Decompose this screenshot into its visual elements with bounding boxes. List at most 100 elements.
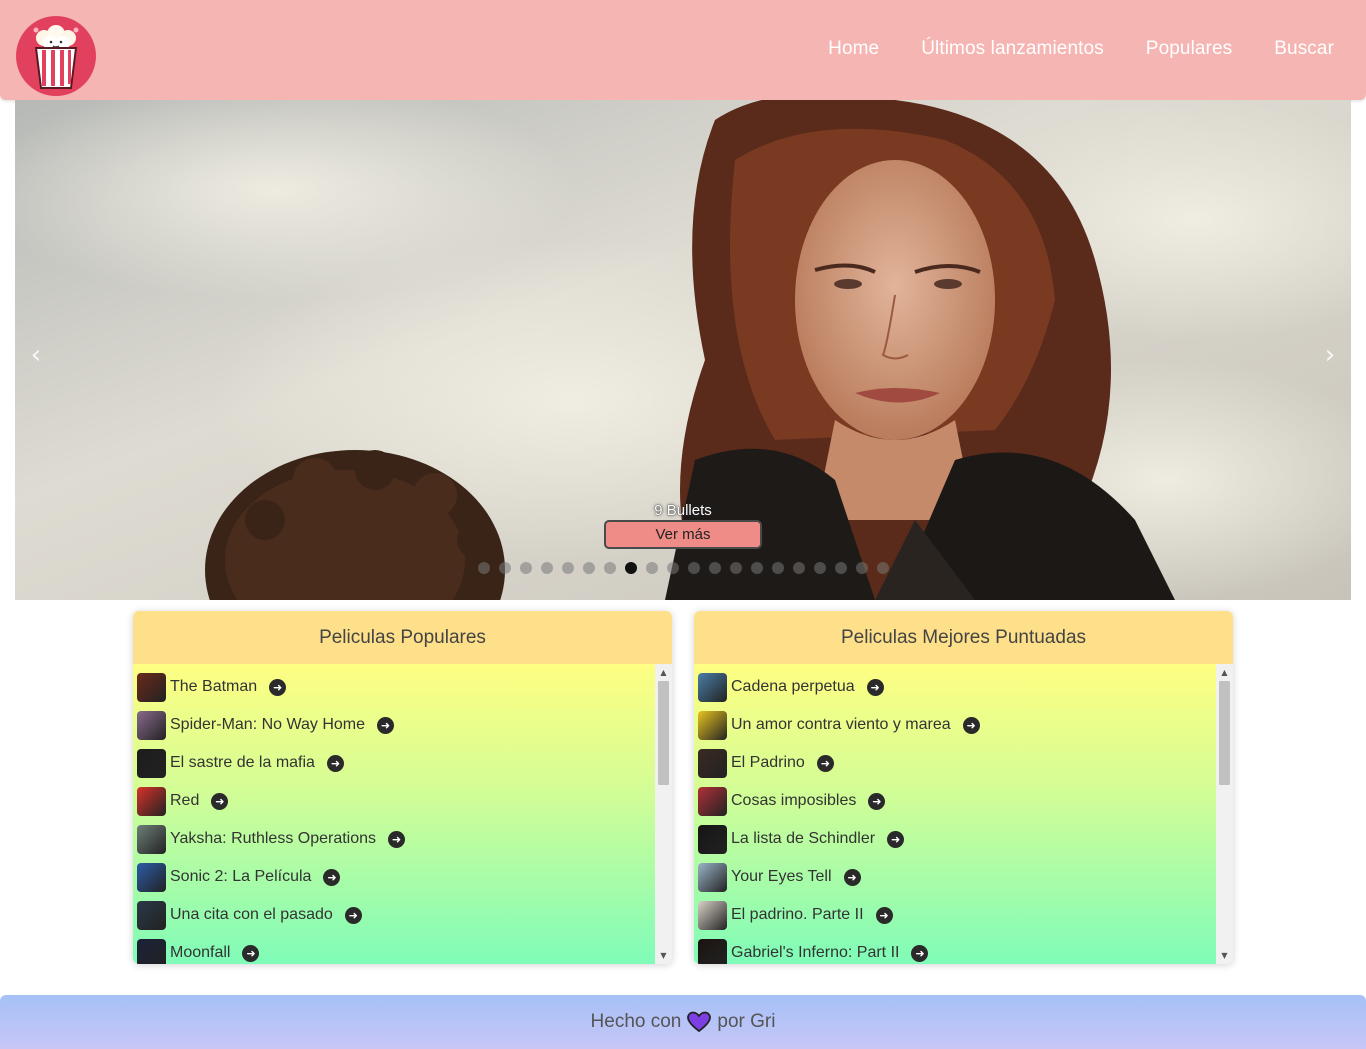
movie-poster-thumbnail	[698, 672, 727, 702]
arrow-right-circle-icon[interactable]: ➜	[875, 906, 893, 924]
popular-movies-list: The Batman ➜ Spider-Man: No Way Home ➜ El sa…	[137, 668, 647, 964]
arrow-right-circle-icon[interactable]: ➜	[866, 678, 884, 696]
carousel-bullet[interactable]	[792, 562, 805, 574]
arrow-right-circle-icon[interactable]: ➜	[211, 792, 229, 810]
movie-list-item[interactable]: The Batman ➜	[137, 668, 647, 706]
movie-list-item[interactable]: Moonfall ➜	[137, 934, 647, 964]
scroll-up-arrow-icon[interactable]: ▲	[655, 664, 672, 681]
movie-list-item[interactable]: Spider-Man: No Way Home ➜	[137, 706, 647, 744]
carousel-bullet[interactable]	[729, 562, 742, 574]
footer: Hecho con por Gri	[0, 995, 1366, 1049]
arrow-right-circle-icon[interactable]: ➜	[962, 716, 980, 734]
movie-poster-thumbnail	[698, 862, 727, 892]
carousel-bullet[interactable]	[813, 562, 826, 574]
movie-list-item[interactable]: Cosas imposibles ➜	[698, 782, 1208, 820]
carousel-bullet[interactable]	[498, 562, 511, 574]
movie-title: Red	[170, 792, 200, 809]
scroll-thumb[interactable]	[1219, 681, 1230, 785]
movie-poster-thumbnail	[137, 862, 166, 892]
movie-title: El sastre de la mafia	[170, 754, 315, 771]
carousel-prev-button[interactable]: ‹	[21, 340, 51, 370]
carousel-bullet[interactable]	[624, 562, 637, 574]
hero-carousel[interactable]: ‹ › 9 Bullets Ver más	[15, 100, 1351, 600]
carousel-bullet[interactable]	[876, 562, 889, 574]
popular-scrollbar[interactable]: ▲ ▼	[655, 664, 672, 964]
movie-list-item[interactable]: Gabriel's Inferno: Part II ➜	[698, 934, 1208, 964]
movie-list-item[interactable]: Una cita con el pasado ➜	[137, 896, 647, 934]
movie-poster-thumbnail	[698, 900, 727, 930]
movie-list-item[interactable]: El sastre de la mafia ➜	[137, 744, 647, 782]
movie-poster-thumbnail	[698, 748, 727, 778]
carousel-bullet[interactable]	[603, 562, 616, 574]
movie-title: Cosas imposibles	[731, 792, 857, 809]
ver-mas-button[interactable]: Ver más	[604, 520, 762, 549]
movie-list-item[interactable]: El Padrino ➜	[698, 744, 1208, 782]
nav-latest-link[interactable]: Últimos lanzamientos	[921, 38, 1104, 60]
movie-list-item[interactable]: Un amor contra viento y marea ➜	[698, 706, 1208, 744]
scroll-down-arrow-icon[interactable]: ▼	[655, 947, 672, 964]
arrow-right-circle-icon[interactable]: ➜	[323, 868, 341, 886]
nav-home-link[interactable]: Home	[828, 38, 879, 60]
carousel-bullet[interactable]	[708, 562, 721, 574]
carousel-bullet[interactable]	[477, 562, 490, 574]
popcorn-icon	[33, 25, 79, 89]
movie-list-item[interactable]: Cadena perpetua ➜	[698, 668, 1208, 706]
movie-list-item[interactable]: Red ➜	[137, 782, 647, 820]
movie-poster-thumbnail	[698, 824, 727, 854]
carousel-bullet[interactable]	[834, 562, 847, 574]
movie-poster-thumbnail	[698, 938, 727, 964]
carousel-bullet[interactable]	[645, 562, 658, 574]
movie-list-item[interactable]: La lista de Schindler ➜	[698, 820, 1208, 858]
carousel-bullet[interactable]	[582, 562, 595, 574]
scroll-down-arrow-icon[interactable]: ▼	[1216, 947, 1233, 964]
carousel-bullet[interactable]	[561, 562, 574, 574]
carousel-bullet[interactable]	[771, 562, 784, 574]
arrow-right-circle-icon[interactable]: ➜	[388, 830, 406, 848]
popular-movies-title: Peliculas Populares	[133, 611, 672, 664]
movie-list-item[interactable]: Yaksha: Ruthless Operations ➜	[137, 820, 647, 858]
carousel-pagination	[15, 562, 1351, 574]
carousel-next-button[interactable]: ›	[1315, 340, 1345, 370]
movie-title: Moonfall	[170, 944, 231, 961]
arrow-right-circle-icon[interactable]: ➜	[911, 944, 929, 962]
carousel-bullet[interactable]	[666, 562, 679, 574]
top-rated-movies-card: Peliculas Mejores Puntuadas Cadena perpe…	[694, 611, 1233, 964]
movie-poster-thumbnail	[137, 748, 166, 778]
movie-title: El padrino. Parte II	[731, 906, 864, 923]
movie-list-item[interactable]: Your Eyes Tell ➜	[698, 858, 1208, 896]
carousel-bullet[interactable]	[855, 562, 868, 574]
carousel-bullet[interactable]	[519, 562, 532, 574]
arrow-right-circle-icon[interactable]: ➜	[843, 868, 861, 886]
scroll-thumb[interactable]	[658, 681, 669, 785]
arrow-right-circle-icon[interactable]: ➜	[887, 830, 905, 848]
arrow-right-circle-icon[interactable]: ➜	[344, 906, 362, 924]
arrow-right-circle-icon[interactable]: ➜	[269, 678, 287, 696]
arrow-right-circle-icon[interactable]: ➜	[816, 754, 834, 772]
arrow-right-circle-icon[interactable]: ➜	[868, 792, 886, 810]
carousel-bullet[interactable]	[540, 562, 553, 574]
nav-search-link[interactable]: Buscar	[1274, 38, 1334, 60]
chevron-left-icon: ‹	[30, 340, 42, 370]
movie-title: El Padrino	[731, 754, 805, 771]
movie-list-item[interactable]: Sonic 2: La Película ➜	[137, 858, 647, 896]
scroll-up-arrow-icon[interactable]: ▲	[1216, 664, 1233, 681]
popular-movies-list-container[interactable]: The Batman ➜ Spider-Man: No Way Home ➜ El sa…	[133, 664, 672, 964]
movie-list-item[interactable]: El padrino. Parte II ➜	[698, 896, 1208, 934]
popcorn-logo[interactable]	[16, 16, 96, 96]
carousel-bullet[interactable]	[687, 562, 700, 574]
movie-poster-thumbnail	[137, 710, 166, 740]
arrow-right-circle-icon[interactable]: ➜	[377, 716, 395, 734]
movie-title: The Batman	[170, 678, 258, 695]
navbar: Home Últimos lanzamientos Populares Busc…	[0, 0, 1366, 100]
movie-poster-thumbnail	[137, 824, 166, 854]
carousel-bullet[interactable]	[750, 562, 763, 574]
movie-title: Sonic 2: La Película	[170, 868, 312, 885]
top-rated-scrollbar[interactable]: ▲ ▼	[1216, 664, 1233, 964]
arrow-right-circle-icon[interactable]: ➜	[242, 944, 260, 962]
nav-popular-link[interactable]: Populares	[1146, 38, 1232, 60]
movie-title: Your Eyes Tell	[731, 868, 832, 885]
movie-poster-thumbnail	[137, 672, 166, 702]
heart-icon	[687, 1011, 712, 1033]
arrow-right-circle-icon[interactable]: ➜	[326, 754, 344, 772]
top-rated-movies-list-container[interactable]: Cadena perpetua ➜ Un amor contra viento y …	[694, 664, 1233, 964]
